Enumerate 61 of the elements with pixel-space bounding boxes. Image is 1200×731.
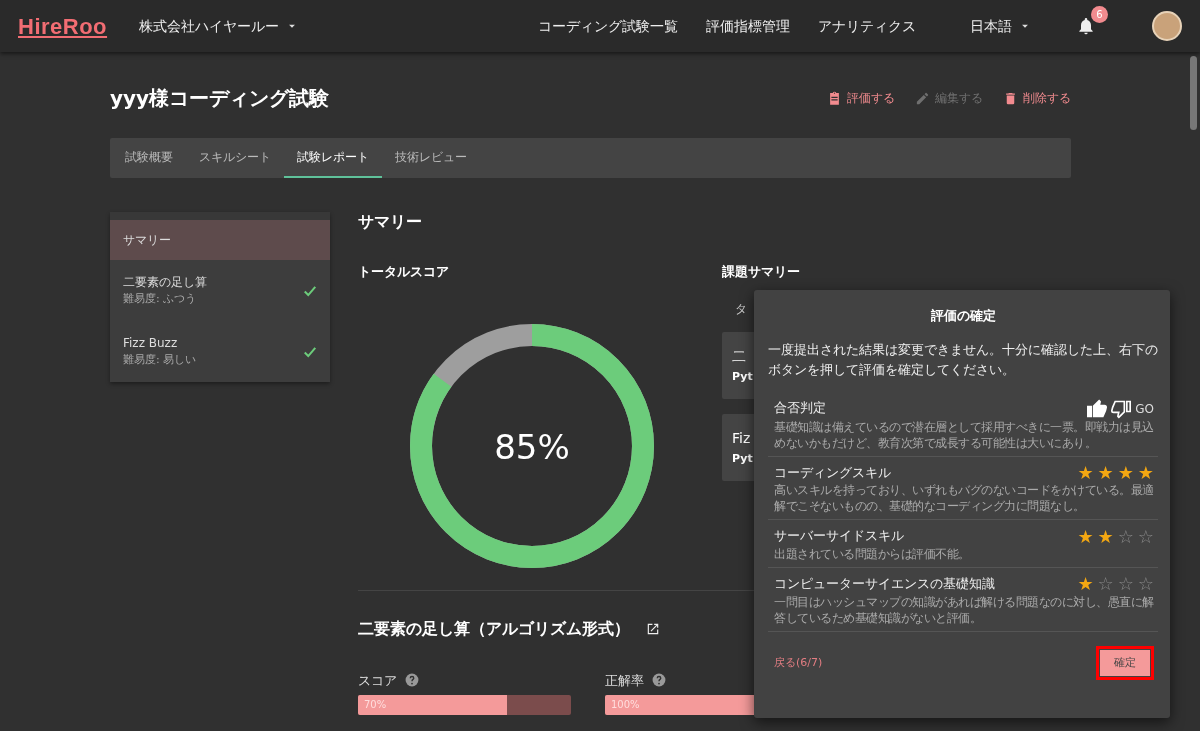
metric-label: スコア xyxy=(358,671,397,690)
task-summary-heading: 課題サマリー xyxy=(722,263,800,281)
criterion-comment: 出題されている問題からは評価不能。 xyxy=(774,546,971,562)
task-language: Pyt xyxy=(732,368,752,385)
section-heading: サマリー xyxy=(358,211,423,233)
metric-label: 正解率 xyxy=(605,671,644,690)
page-title: yyy様コーディング試験 xyxy=(110,86,330,110)
dialog-message: 一度提出された結果は変更できません。十分に確認した上、右下のボタンを押して評価を確定してください。 xyxy=(768,340,1158,379)
confirm-button[interactable]: 確定 xyxy=(1100,649,1150,676)
action-button[interactable]: 削除する xyxy=(1003,89,1071,107)
sidebar-item-title: Fizz Buzz xyxy=(123,335,179,353)
verdict-label: GO xyxy=(1135,400,1154,418)
star-rating[interactable]: ★ ★ ☆ ☆ xyxy=(1077,527,1154,546)
task-title: Fiz xyxy=(732,428,752,448)
difficulty-label: 難易度: 易しい xyxy=(123,352,197,369)
notification-count: 6 xyxy=(1091,6,1108,23)
total-score-label: トータルスコア xyxy=(358,263,450,281)
action-button[interactable]: 評価する xyxy=(827,89,895,107)
sidebar-item-title: 二要素の足し算 xyxy=(123,274,207,292)
tab[interactable]: 試験レポート xyxy=(284,138,382,178)
progress-fill: 70% xyxy=(358,695,508,715)
nav-link[interactable]: コーディング試験一覧 xyxy=(538,15,678,37)
criterion-comment: 一問目はハッシュマップの知識があれば解ける問題なのに対し、愚直に解答しているため基礎知識がないと評価。 xyxy=(774,593,1154,626)
tab[interactable]: 技術レビュー xyxy=(382,138,480,178)
sidebar-item[interactable]: サマリー xyxy=(110,220,330,260)
tab[interactable]: スキルシート xyxy=(186,138,284,178)
scrollbar[interactable] xyxy=(1190,56,1197,130)
help-icon[interactable] xyxy=(652,673,666,688)
star-rating[interactable]: ★ ★ ★ ★ xyxy=(1077,463,1154,482)
task-title: 二 xyxy=(732,346,747,366)
tab[interactable]: 試験概要 xyxy=(112,138,186,178)
back-link[interactable]: 戻る(6/7) xyxy=(774,654,823,671)
nav-link[interactable]: 評価指標管理 xyxy=(706,15,790,37)
help-icon[interactable] xyxy=(405,673,419,688)
language-dropdown[interactable]: 日本語 xyxy=(964,14,1036,38)
difficulty-label: 難易度: ふつう xyxy=(123,291,198,308)
avatar[interactable] xyxy=(1152,11,1182,41)
problem-heading: 二要素の足し算（アルゴリズム形式） xyxy=(358,617,630,640)
thumbs-down-icon[interactable] xyxy=(1111,398,1132,419)
table-header: タ xyxy=(735,300,748,318)
logo[interactable]: HireRoo xyxy=(18,9,108,43)
criterion-title: コーディングスキル xyxy=(774,463,891,482)
pencil-icon xyxy=(915,90,930,106)
notification-bell-icon[interactable] xyxy=(1076,16,1096,36)
dialog-title: 評価の確定 xyxy=(929,307,997,325)
criterion-title: コンピューターサイエンスの基礎知識 xyxy=(774,575,995,593)
sidebar-item[interactable]: Fizz Buzz 難易度: 易しい xyxy=(110,321,330,382)
nav-link[interactable]: アナリティクス xyxy=(818,15,916,37)
trash-icon xyxy=(1003,90,1018,106)
sidebar-item[interactable]: 二要素の足し算 難易度: ふつう xyxy=(110,260,330,321)
task-language: Pyt xyxy=(732,450,752,467)
clipboard-icon xyxy=(827,90,842,106)
criterion-comment: 高いスキルを持っており、いずれもバグのないコードをかけている。最適解でこそないものの、基礎的なコーディング力に問題なし。 xyxy=(774,482,1154,515)
thumbs-up-icon[interactable] xyxy=(1087,398,1108,419)
score-reading: 85% xyxy=(493,425,571,469)
star-rating[interactable]: ★ ☆ ☆ ☆ xyxy=(1077,575,1154,594)
company-dropdown[interactable]: 株式会社ハイヤールー xyxy=(133,14,304,38)
criterion-comment: 基礎知識は備えているので潜在層として採用すべきに一票。即戦力は見込めないかもだけど、教育次第で成長する可能性は大いにあり。 xyxy=(774,418,1154,451)
external-link-icon[interactable] xyxy=(646,621,660,636)
criterion-title: サーバーサイドスキル xyxy=(774,527,904,546)
criterion-title: 合否判定 xyxy=(774,399,826,418)
